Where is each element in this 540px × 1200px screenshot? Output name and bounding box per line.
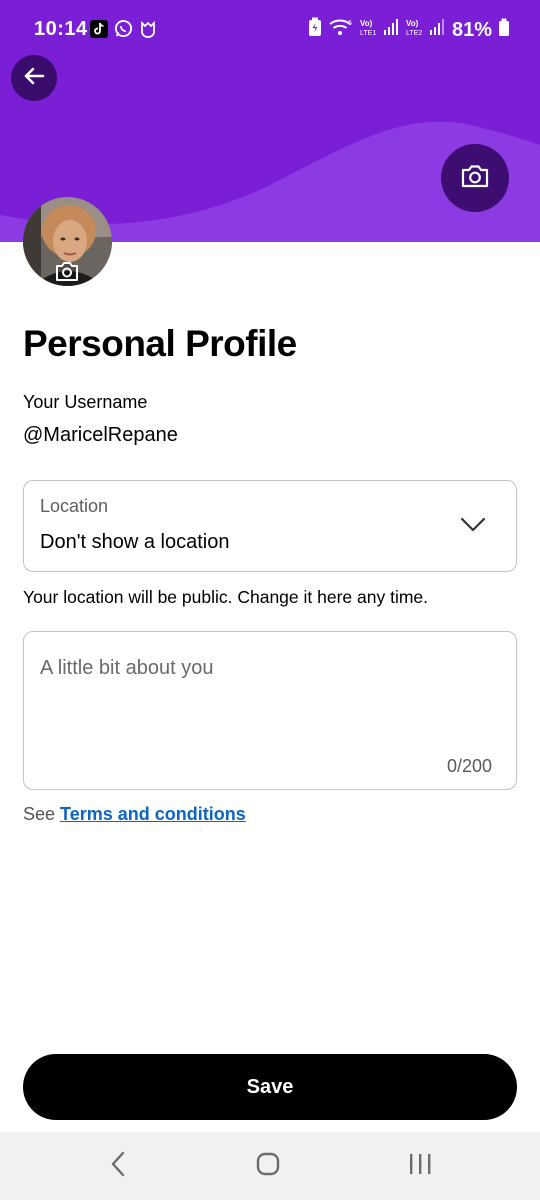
- page-title: Personal Profile: [23, 323, 297, 364]
- status-right: 6 Vo) LTE1 Vo) LTE2 81%: [308, 17, 510, 43]
- back-button[interactable]: [11, 55, 57, 101]
- location-label: Location: [40, 496, 109, 516]
- wifi-icon: 6: [328, 17, 354, 43]
- nav-home-button[interactable]: [248, 1150, 288, 1182]
- nav-recents-button[interactable]: [400, 1150, 440, 1182]
- svg-text:LTE2: LTE2: [406, 30, 422, 37]
- terms-prefix: See: [23, 804, 56, 824]
- svg-text:Vo): Vo): [406, 19, 419, 28]
- status-bar: 10:14 6 Vo) LTE1 Vo) LTE2 81%: [0, 0, 540, 60]
- change-avatar-camera-icon[interactable]: [55, 260, 79, 282]
- bio-placeholder: A little bit about you: [40, 657, 214, 679]
- bio-char-counter: 0/200: [446, 756, 492, 776]
- arrow-left-icon: [23, 65, 45, 92]
- whatsapp-icon: [114, 19, 133, 44]
- terms-line: See Terms and conditions: [23, 803, 246, 825]
- location-value: Don't show a location: [40, 531, 230, 553]
- system-nav-bar: [0, 1132, 540, 1200]
- status-time: 10:14: [34, 18, 88, 40]
- nav-home-icon: [256, 1152, 280, 1181]
- location-help-text: Your location will be public. Change it …: [23, 587, 429, 607]
- save-button[interactable]: Save: [23, 1054, 517, 1120]
- mi-icon: [139, 20, 157, 44]
- svg-text:6: 6: [348, 20, 352, 27]
- chevron-down-icon: [460, 517, 486, 538]
- signal-lte2-icon: Vo) LTE2: [406, 17, 446, 43]
- svg-text:LTE1: LTE1: [360, 30, 376, 37]
- location-select[interactable]: Location Don't show a location: [23, 480, 517, 572]
- change-cover-photo-button[interactable]: [441, 144, 509, 212]
- nav-back-icon: [110, 1151, 126, 1182]
- bio-textarea[interactable]: A little bit about you 0/200: [23, 631, 517, 790]
- battery-percent: 81%: [451, 18, 492, 41]
- signal-lte1-icon: Vo) LTE1: [360, 17, 400, 43]
- tiktok-icon: [90, 19, 108, 44]
- battery-icon: [498, 17, 510, 43]
- nav-recents-icon: [408, 1153, 432, 1180]
- terms-link[interactable]: Terms and conditions: [60, 804, 246, 824]
- nav-back-button[interactable]: [98, 1150, 138, 1182]
- battery-saver-icon: [308, 17, 322, 43]
- notification-icons: [90, 19, 157, 44]
- username-label: Your Username: [23, 392, 148, 412]
- svg-text:Vo): Vo): [360, 19, 373, 28]
- camera-icon: [460, 163, 490, 194]
- username-value: @MaricelRepane: [23, 424, 178, 446]
